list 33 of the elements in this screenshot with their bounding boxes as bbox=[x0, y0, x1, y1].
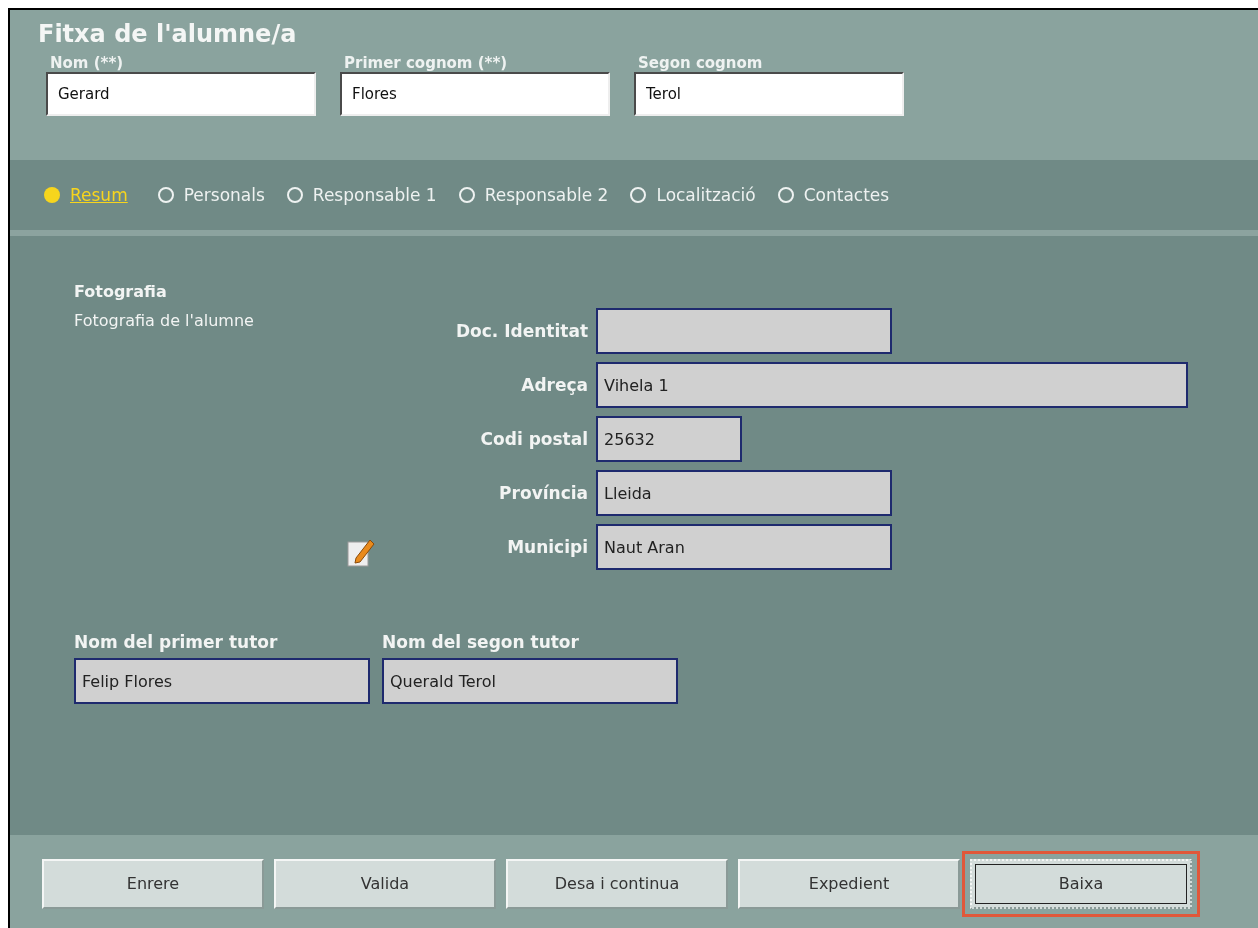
input-field[interactable]: 25632 bbox=[596, 416, 743, 462]
radio-icon bbox=[630, 187, 647, 203]
field-label: Municipi bbox=[506, 537, 589, 557]
section-heading: Fotografia bbox=[74, 282, 168, 301]
field-label: Província bbox=[498, 483, 589, 503]
radio-icon bbox=[458, 187, 475, 203]
action-button[interactable]: Enrere bbox=[42, 858, 264, 909]
radio-icon bbox=[44, 187, 60, 203]
field-label: Adreça bbox=[520, 375, 589, 395]
input-field[interactable] bbox=[596, 308, 893, 354]
photo-caption: Fotografia de l'alumne bbox=[74, 311, 255, 330]
field-label: Doc. Identitat bbox=[454, 321, 589, 341]
field-label: Primer cognom (**) bbox=[344, 54, 509, 72]
field-label: Codi postal bbox=[479, 429, 589, 449]
radio-icon bbox=[286, 187, 303, 203]
radio-icon bbox=[157, 187, 174, 203]
field-label: Nom del segon tutor bbox=[382, 632, 580, 652]
input-field[interactable]: Gerard bbox=[46, 72, 316, 116]
input-field[interactable]: Flores bbox=[340, 72, 610, 116]
field-label: Nom del primer tutor bbox=[74, 632, 279, 652]
input-field[interactable]: Lleida bbox=[596, 470, 893, 516]
input-field[interactable]: Naut Aran bbox=[596, 524, 893, 570]
input-field[interactable]: Vihela 1 bbox=[596, 362, 1189, 408]
input-field[interactable]: Querald Terol bbox=[382, 658, 678, 704]
input-field[interactable]: Terol bbox=[634, 72, 904, 116]
action-button[interactable]: Expedient bbox=[738, 858, 960, 909]
input-field[interactable]: Felip Flores bbox=[74, 658, 370, 704]
action-button[interactable]: Valida bbox=[274, 858, 496, 909]
action-button[interactable]: Desa i continua bbox=[506, 858, 728, 909]
field-label: Segon cognom bbox=[638, 54, 764, 72]
field-label: Nom (**) bbox=[50, 54, 125, 72]
radio-icon bbox=[777, 187, 794, 203]
window-title: Fitxa de l'alumne/a bbox=[38, 20, 298, 48]
